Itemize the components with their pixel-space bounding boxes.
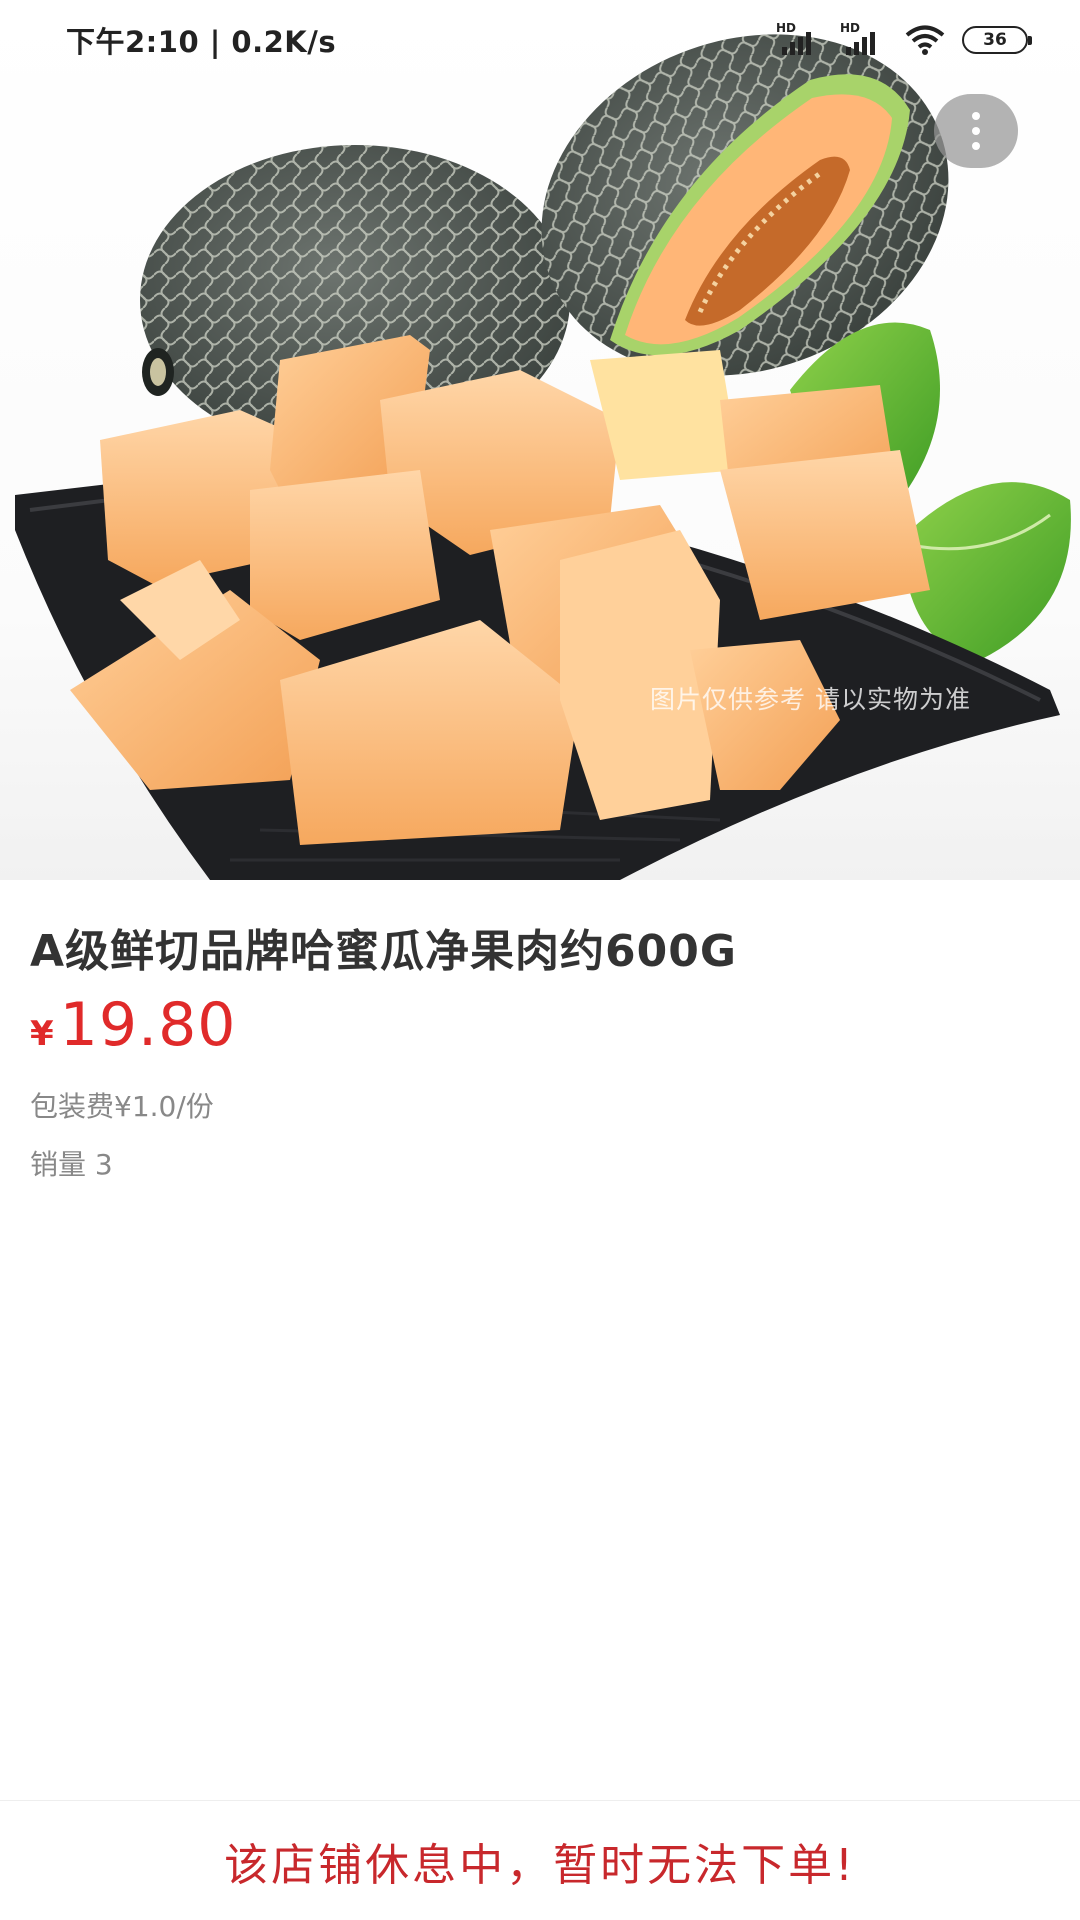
bottom-bar: 该店铺休息中，暂时无法下单! [0,1800,1080,1920]
product-price: ¥ 19.80 [30,990,236,1060]
more-icon [972,112,980,120]
signal-icon: HD [840,21,888,57]
status-icons: HD HD 36 [776,21,1032,57]
price-value: 19.80 [59,990,237,1060]
status-time-speed: 下午2:10 | 0.2K/s [66,25,337,59]
image-watermark: 图片仅供参考 请以实物为准 [650,685,971,714]
product-title: A级鲜切品牌哈蜜瓜净果肉约600G [30,926,738,977]
wifi-icon [905,25,945,55]
product-image[interactable]: 图片仅供参考 请以实物为准 [0,0,1080,880]
melon-illustration [15,34,1071,880]
signal-icon: HD [776,21,824,57]
status-bar: 下午2:10 | 0.2K/s HD HD 36 [0,0,1080,80]
store-closed-notice: 该店铺休息中，暂时无法下单! [224,1839,856,1891]
battery-icon: 36 [962,26,1032,54]
packing-fee: 包装费¥1.0/份 [30,1090,214,1123]
more-button[interactable] [934,94,1018,168]
product-detail-page: 图片仅供参考 请以实物为准 下午2:10 | 0.2K/s HD HD 36 A… [0,0,1080,1920]
sales-count: 销量 3 [30,1148,113,1181]
price-currency: ¥ [30,1014,54,1054]
battery-level: 36 [983,30,1007,50]
